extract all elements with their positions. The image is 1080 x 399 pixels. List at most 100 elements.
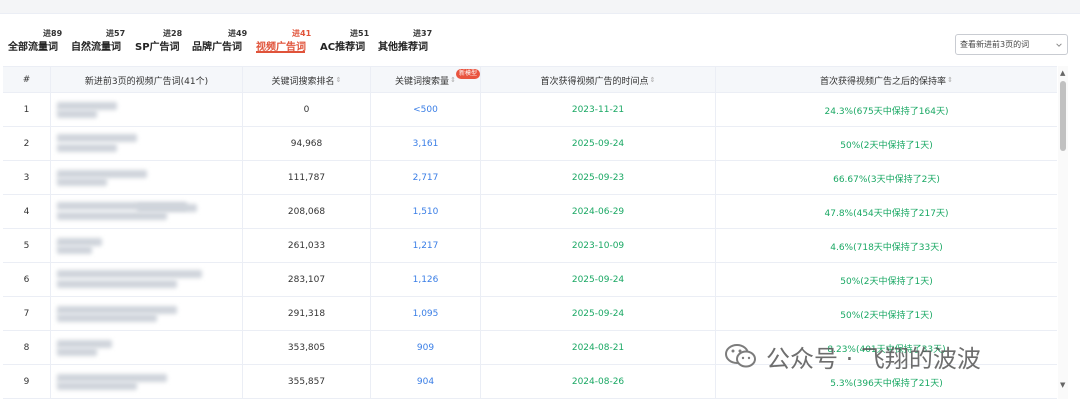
table-row: 1 0 <500 2023-11-21 24.3%(675天中保持了164天) <box>3 93 1057 127</box>
tab-1[interactable]: 自然流量词 进57 <box>71 28 125 54</box>
first-video-ad-date-cell: 2025-09-24 <box>481 263 716 297</box>
search-volume-cell[interactable]: 1,510 <box>371 195 481 229</box>
wechat-icon <box>725 344 756 368</box>
new-model-badge: 新模型 <box>456 69 481 79</box>
active-tab-underline <box>256 51 305 53</box>
first-video-ad-date-cell: 2025-09-23 <box>481 161 716 195</box>
row-index: 5 <box>3 229 51 263</box>
row-index: 1 <box>3 93 51 127</box>
page-filter-select[interactable]: 查看新进前3页的词 <box>955 34 1068 55</box>
scroll-down-arrow[interactable]: ▼ <box>1060 381 1065 389</box>
col-header-retention[interactable]: 首次获得视频广告之后的保持率 ⇕ <box>716 67 1057 93</box>
search-rank-cell: 355,857 <box>243 365 371 399</box>
tab-count-badge: 进49 <box>228 29 248 38</box>
keyword-cell-redacted[interactable] <box>51 263 243 297</box>
sort-icon[interactable]: ⇕ <box>650 76 656 84</box>
keyword-cell-redacted[interactable] <box>51 161 243 195</box>
retention-rate-cell: 50%(2天中保持了1天) <box>840 276 933 287</box>
col-header-index: # <box>3 67 51 93</box>
tab-count-badge: 进37 <box>413 29 433 38</box>
keyword-cell-redacted[interactable] <box>51 127 243 161</box>
search-volume-cell[interactable]: 1,095 <box>371 297 481 331</box>
table-header: # 新进前3页的视频广告词(41个) 关键词搜索排名 ⇕ 关键词搜索量 ⇕ 新模型 首… <box>3 67 1057 93</box>
first-video-ad-date-cell: 2023-11-21 <box>481 93 716 127</box>
search-rank-cell: 208,068 <box>243 195 371 229</box>
tab-3[interactable]: 品牌广告词 进49 <box>192 28 247 54</box>
tab-4[interactable]: 视频广告词 进41 <box>256 28 311 54</box>
search-rank-cell: 0 <box>243 93 371 127</box>
tab-label: AC推荐词 <box>320 42 366 53</box>
keyword-cell-redacted[interactable] <box>51 365 243 399</box>
row-index: 8 <box>3 331 51 365</box>
table-row: 3 111,787 2,717 2025-09-23 66.67%(3天中保持了2天) <box>3 161 1057 195</box>
keyword-cell-redacted[interactable] <box>51 195 243 229</box>
row-index: 3 <box>3 161 51 195</box>
retention-rate-cell: 66.67%(3天中保持了2天) <box>833 174 940 185</box>
search-volume-cell[interactable]: 2,717 <box>371 161 481 195</box>
table-row: 2 94,968 3,161 2025-09-24 50%(2天中保持了1天) <box>3 127 1057 161</box>
search-rank-cell: 94,968 <box>243 127 371 161</box>
search-rank-cell: 291,318 <box>243 297 371 331</box>
tab-count-badge: 进57 <box>106 29 126 38</box>
retention-rate-cell: 50%(2天中保持了1天) <box>840 140 933 151</box>
retention-rate-cell: 50%(2天中保持了1天) <box>840 310 933 321</box>
search-rank-cell: 353,805 <box>243 331 371 365</box>
keyword-cell-redacted[interactable] <box>51 297 243 331</box>
tab-count-badge: 进89 <box>43 29 63 38</box>
search-volume-cell[interactable]: 3,161 <box>371 127 481 161</box>
scrollbar-thumb[interactable] <box>1060 81 1066 151</box>
col-header-rank[interactable]: 关键词搜索排名 ⇕ <box>243 67 371 93</box>
search-rank-cell: 283,107 <box>243 263 371 297</box>
tab-label: SP广告词 <box>135 42 180 53</box>
tab-label: 品牌广告词 <box>192 42 242 53</box>
tab-label: 自然流量词 <box>71 42 121 53</box>
chevron-down-icon <box>1056 43 1062 47</box>
retention-rate-cell: 4.6%(718天中保持了33天) <box>830 242 943 253</box>
search-volume-cell[interactable]: 904 <box>371 365 481 399</box>
search-volume-cell[interactable]: <500 <box>371 93 481 127</box>
search-rank-cell: 261,033 <box>243 229 371 263</box>
search-volume-cell[interactable]: 1,126 <box>371 263 481 297</box>
search-volume-cell[interactable]: 1,217 <box>371 229 481 263</box>
tab-2[interactable]: SP广告词 进28 <box>135 28 182 54</box>
scroll-up-arrow[interactable]: ▲ <box>1060 69 1065 77</box>
first-video-ad-date-cell: 2024-06-29 <box>481 195 716 229</box>
keyword-type-tabs: 全部流量词 进89 自然流量词 进57 SP广告词 进28 品牌广告词 进49 视频广告词 进41… <box>0 28 960 56</box>
first-video-ad-date-cell: 2024-08-26 <box>481 365 716 399</box>
keyword-cell-redacted[interactable] <box>51 229 243 263</box>
tab-count-badge: 进51 <box>350 29 370 38</box>
sort-icon[interactable]: ⇕ <box>450 76 456 84</box>
row-index: 2 <box>3 127 51 161</box>
top-strip <box>0 0 1080 14</box>
tab-6[interactable]: 其他推荐词 进37 <box>378 28 432 54</box>
col-header-keyword: 新进前3页的视频广告词(41个) <box>51 67 243 93</box>
row-index: 9 <box>3 365 51 399</box>
retention-rate-cell: 47.8%(454天中保持了217天) <box>824 208 949 219</box>
col-header-volume[interactable]: 关键词搜索量 ⇕ 新模型 <box>371 67 481 93</box>
table-row: 5 261,033 1,217 2023-10-09 4.6%(718天中保持了33天) <box>3 229 1057 263</box>
sort-icon[interactable]: ⇕ <box>947 76 953 84</box>
row-index: 6 <box>3 263 51 297</box>
table-row: 7 291,318 1,095 2025-09-24 50%(2天中保持了1天) <box>3 297 1057 331</box>
tab-count-badge: 进41 <box>292 29 312 38</box>
tab-label: 其他推荐词 <box>378 42 428 53</box>
first-video-ad-date-cell: 2025-09-24 <box>481 127 716 161</box>
row-index: 4 <box>3 195 51 229</box>
keyword-cell-redacted[interactable] <box>51 93 243 127</box>
keyword-cell-redacted[interactable] <box>51 331 243 365</box>
search-volume-cell[interactable]: 909 <box>371 331 481 365</box>
tab-0[interactable]: 全部流量词 进89 <box>8 28 62 54</box>
tab-count-badge: 进28 <box>163 29 183 38</box>
first-video-ad-date-cell: 2023-10-09 <box>481 229 716 263</box>
tab-label: 全部流量词 <box>8 42 58 53</box>
table-row: 6 283,107 1,126 2025-09-24 50%(2天中保持了1天) <box>3 263 1057 297</box>
search-rank-cell: 111,787 <box>243 161 371 195</box>
first-video-ad-date-cell: 2025-09-24 <box>481 297 716 331</box>
table-row: 4 208,068 1,510 2024-06-29 47.8%(454天中保持了217… <box>3 195 1057 229</box>
page-filter-value: 查看新进前3页的词 <box>960 40 1030 49</box>
row-index: 7 <box>3 297 51 331</box>
first-video-ad-date-cell: 2024-08-21 <box>481 331 716 365</box>
sort-icon[interactable]: ⇕ <box>336 76 342 84</box>
tab-5[interactable]: AC推荐词 进51 <box>320 28 369 54</box>
col-header-first-time[interactable]: 首次获得视频广告的时间点 ⇕ <box>481 67 716 93</box>
